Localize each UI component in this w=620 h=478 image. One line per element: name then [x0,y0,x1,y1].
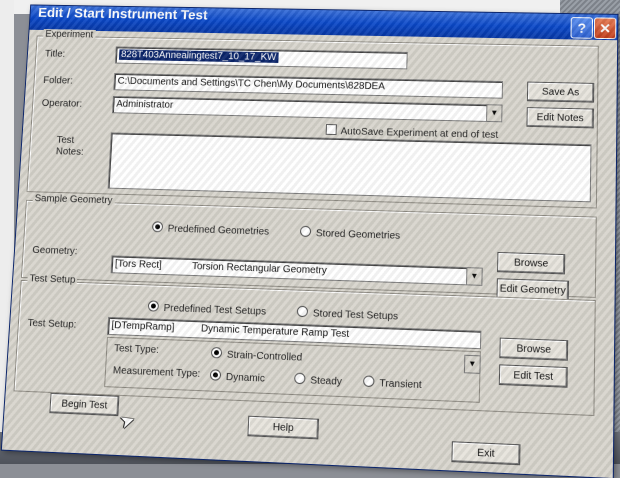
radio-icon[interactable] [296,305,309,318]
radio-selected-icon[interactable] [210,346,223,359]
operator-label: Operator: [41,98,83,110]
test-setup-label: Test Setup: [27,317,77,331]
chevron-down-icon[interactable]: ▼ [466,268,482,285]
test-setup-browse-button[interactable]: Browse [499,337,569,361]
exit-button[interactable]: Exit [451,441,521,466]
title-value: 828T403Annealingtest7_10_17_KW [118,49,279,63]
test-setup-code: [DTempRamp] [111,320,175,334]
folder-label: Folder: [42,75,74,87]
folder-value: C:\Documents and Settings\TC Chen\My Doc… [117,75,386,93]
radio-icon[interactable] [362,375,375,388]
close-icon[interactable]: ✕ [593,17,617,40]
radio-selected-icon[interactable] [147,300,160,312]
transient-radio[interactable]: Transient [362,375,422,392]
test-notes-label: Test Notes: [55,134,84,158]
edit-start-instrument-test-dialog: Edit / Start Instrument Test ? ✕ Experim… [1,5,618,478]
test-setup-group-label: Test Setup [27,273,78,286]
help-icon[interactable]: ? [570,17,594,39]
begin-test-button[interactable]: Begin Test [49,392,120,417]
steady-label: Steady [310,375,343,388]
test-type-label: Test Type: [113,343,160,356]
dynamic-label: Dynamic [225,371,266,385]
radio-selected-icon[interactable] [151,221,164,233]
radio-selected-icon[interactable] [209,369,222,381]
steady-radio[interactable]: Steady [294,372,343,388]
window-title: Edit / Start Instrument Test [37,5,208,23]
radio-icon[interactable] [294,372,306,385]
sample-geometry-group-label: Sample Geometry [32,193,115,207]
chevron-down-icon[interactable]: ▼ [486,105,502,122]
edit-notes-button[interactable]: Edit Notes [526,107,594,129]
checkbox-box[interactable] [325,124,337,136]
dynamic-radio[interactable]: Dynamic [209,369,266,385]
radio-icon[interactable] [299,225,312,238]
transient-label: Transient [379,378,422,392]
save-as-button[interactable]: Save As [526,81,595,103]
mouse-cursor-icon: ➤ [117,408,138,433]
chevron-down-icon[interactable]: ▼ [463,354,481,374]
geometry-browse-button[interactable]: Browse [497,251,566,275]
test-setup-name: Dynamic Temperature Ramp Test [200,323,350,341]
experiment-group-label: Experiment [43,29,96,41]
title-label: Title: [44,48,66,60]
edit-test-button[interactable]: Edit Test [498,364,568,388]
geometry-label: Geometry: [32,244,78,258]
operator-value: Administrator [116,98,174,111]
help-button[interactable]: Help [247,415,320,440]
geometry-code: [Tors Rect] [114,258,163,271]
geometry-name: Torsion Rectangular Geometry [191,261,327,277]
